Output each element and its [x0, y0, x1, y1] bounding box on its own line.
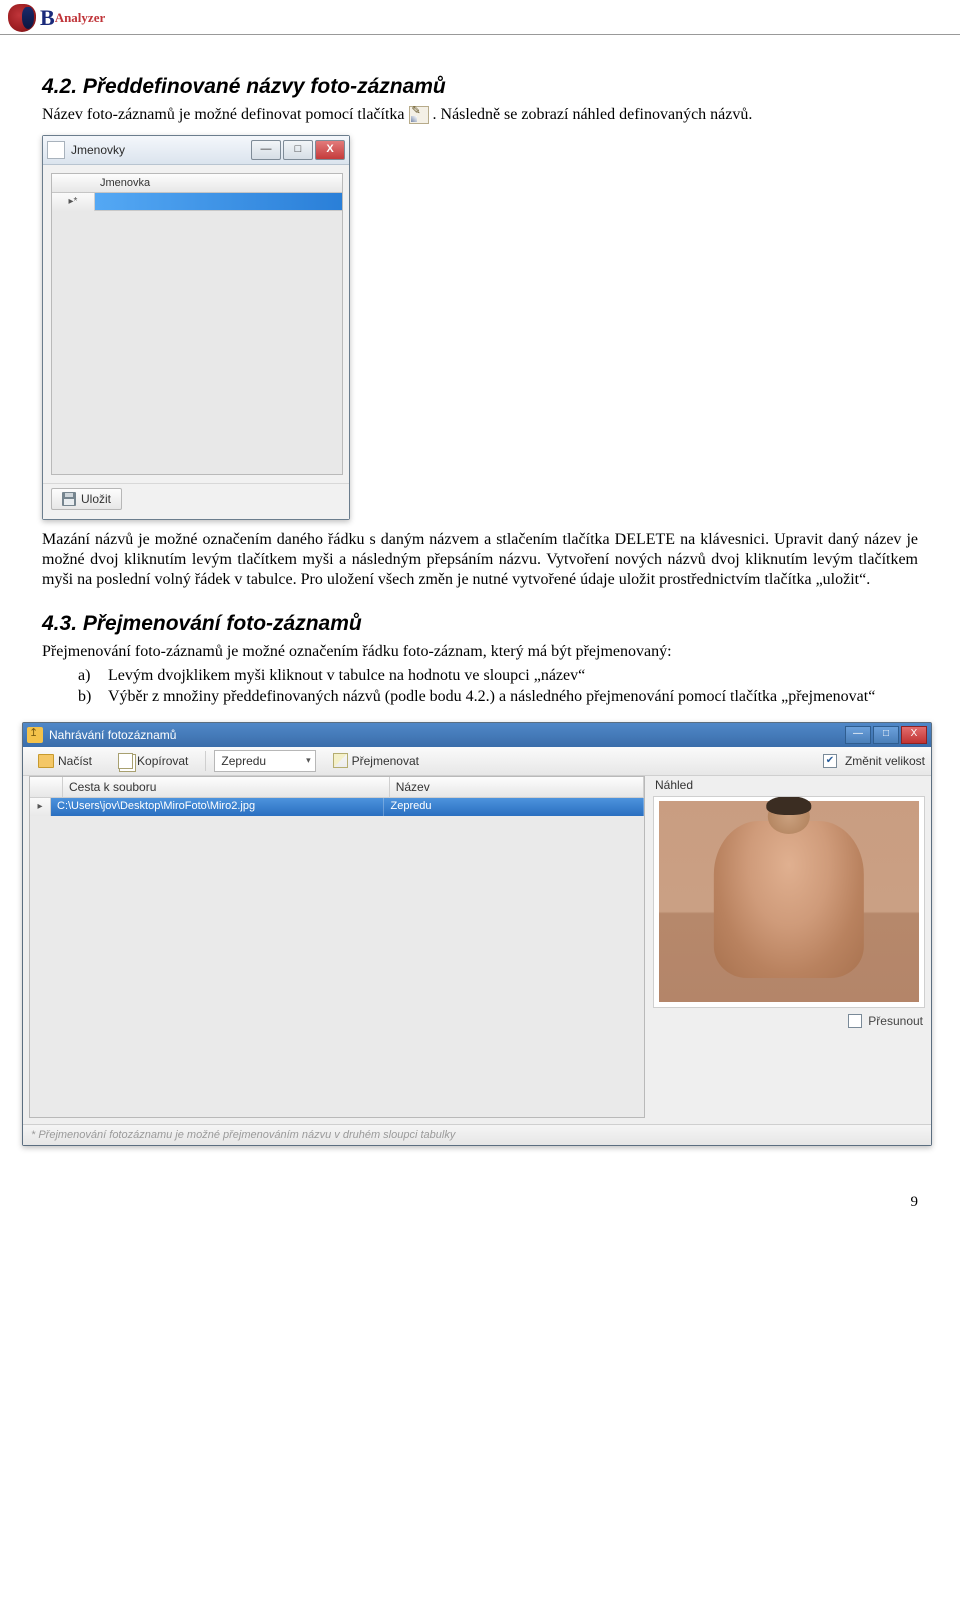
upload-toolbar: Načíst Kopírovat Zepredu ▾ Přejmenovat ✔…	[23, 747, 931, 776]
upload-close-button[interactable]: X	[901, 726, 927, 744]
list-item-a: a) Levým dvojklikem myši kliknout v tabu…	[78, 666, 918, 687]
p-4-2-intro-a: Název foto-záznamů je možné definovat po…	[42, 106, 409, 123]
list-text-a: Levým dvojklikem myši kliknout v tabulce…	[108, 666, 585, 687]
jmenovky-col-header[interactable]: Jmenovka	[52, 174, 342, 193]
jmenovky-title: Jmenovky	[71, 143, 245, 157]
logo-text: Analyzer	[55, 10, 106, 26]
table-row[interactable]: ▸ C:\Users\jov\Desktop\MiroFoto\Miro2.jp…	[30, 798, 644, 816]
preview-box	[653, 796, 925, 1008]
name-combo-value: Zepredu	[221, 754, 266, 768]
list-marker-a: a)	[78, 666, 98, 687]
row-indicator-icon: ▸*	[52, 193, 95, 211]
th-name[interactable]: Název	[390, 777, 644, 797]
jmenovky-cell[interactable]	[95, 193, 342, 211]
rename-button[interactable]: Přejmenovat	[324, 750, 428, 771]
statusbar: * Přejmenování fotozáznamu je možné přej…	[23, 1124, 931, 1145]
upload-maximize-button[interactable]: □	[873, 726, 899, 744]
p-4-2-intro-b: . Následně se zobrazí náhled definovanýc…	[433, 106, 753, 123]
p-4-2-desc: Mazání názvů je možné označením daného ř…	[42, 530, 918, 590]
records-table[interactable]: Cesta k souboru Název ▸ C:\Users\jov\Des…	[29, 776, 645, 1118]
list-marker-b: b)	[78, 687, 98, 708]
page-number: 9	[0, 1158, 960, 1229]
row-indicator-icon: ▸	[30, 798, 51, 816]
copy-icon	[118, 753, 133, 769]
resize-checkbox[interactable]: ✔	[823, 754, 837, 768]
chevron-down-icon: ▾	[306, 755, 311, 766]
preview-label: Náhled	[653, 776, 925, 796]
rename-label: Přejmenovat	[352, 754, 419, 768]
list-text-b: Výběr z množiny předdefinovaných názvů (…	[108, 687, 875, 708]
jmenovky-row-selected[interactable]: ▸*	[52, 193, 342, 211]
page-content: 4.2. Předdefinované názvy foto-záznamů N…	[0, 35, 960, 1158]
upload-titlebar: Nahrávání fotozáznamů — □ X	[23, 723, 931, 747]
jmenovky-grid[interactable]: Jmenovka ▸*	[51, 173, 343, 475]
load-button[interactable]: Načíst	[29, 751, 101, 771]
jmenovky-titlebar: Jmenovky — □ X	[43, 136, 349, 165]
cell-path[interactable]: C:\Users\jov\Desktop\MiroFoto\Miro2.jpg	[51, 798, 384, 816]
p-4-3-intro: Přejmenování foto-záznamů je možné označ…	[42, 642, 918, 662]
maximize-button[interactable]: □	[283, 140, 313, 160]
th-indicator	[30, 777, 63, 797]
name-combo[interactable]: Zepredu ▾	[214, 750, 315, 772]
tag-icon	[333, 753, 348, 768]
jmenovky-dialog: Jmenovky — □ X Jmenovka ▸* Uložit	[42, 135, 350, 520]
upload-minimize-button[interactable]: —	[845, 726, 871, 744]
close-button[interactable]: X	[315, 140, 345, 160]
save-button[interactable]: Uložit	[51, 488, 122, 510]
move-checkbox[interactable]: ✔	[848, 1014, 862, 1028]
folder-open-icon	[38, 754, 54, 768]
p-4-2-intro: Název foto-záznamů je možné definovat po…	[42, 105, 918, 125]
copy-button[interactable]: Kopírovat	[109, 750, 197, 772]
upload-window-icon	[27, 727, 43, 743]
upload-window: Nahrávání fotozáznamů — □ X Načíst Kopír…	[22, 722, 932, 1146]
load-label: Načíst	[58, 754, 92, 768]
resize-label: Změnit velikost	[845, 754, 925, 768]
copy-label: Kopírovat	[137, 754, 188, 768]
heading-4-3: 4.3. Přejmenování foto-záznamů	[42, 612, 918, 636]
list-item-b: b) Výběr z množiny předdefinovaných názv…	[78, 687, 918, 708]
save-icon	[62, 492, 76, 506]
upload-title: Nahrávání fotozáznamů	[49, 728, 176, 742]
photo-preview	[659, 801, 918, 1003]
person-back-icon	[714, 821, 864, 978]
th-path[interactable]: Cesta k souboru	[63, 777, 390, 797]
logo-b: B	[40, 5, 55, 31]
move-label: Přesunout	[868, 1014, 923, 1028]
minimize-button[interactable]: —	[251, 140, 281, 160]
doc-header: B Analyzer	[0, 0, 960, 35]
toolbar-separator	[205, 751, 206, 771]
heading-4-2: 4.2. Předdefinované názvy foto-záznamů	[42, 75, 918, 99]
save-label: Uložit	[81, 492, 111, 506]
logo-figure-icon	[8, 4, 36, 32]
define-names-icon[interactable]	[409, 106, 429, 124]
window-icon	[47, 141, 65, 159]
cell-name[interactable]: Zepredu	[384, 798, 644, 816]
